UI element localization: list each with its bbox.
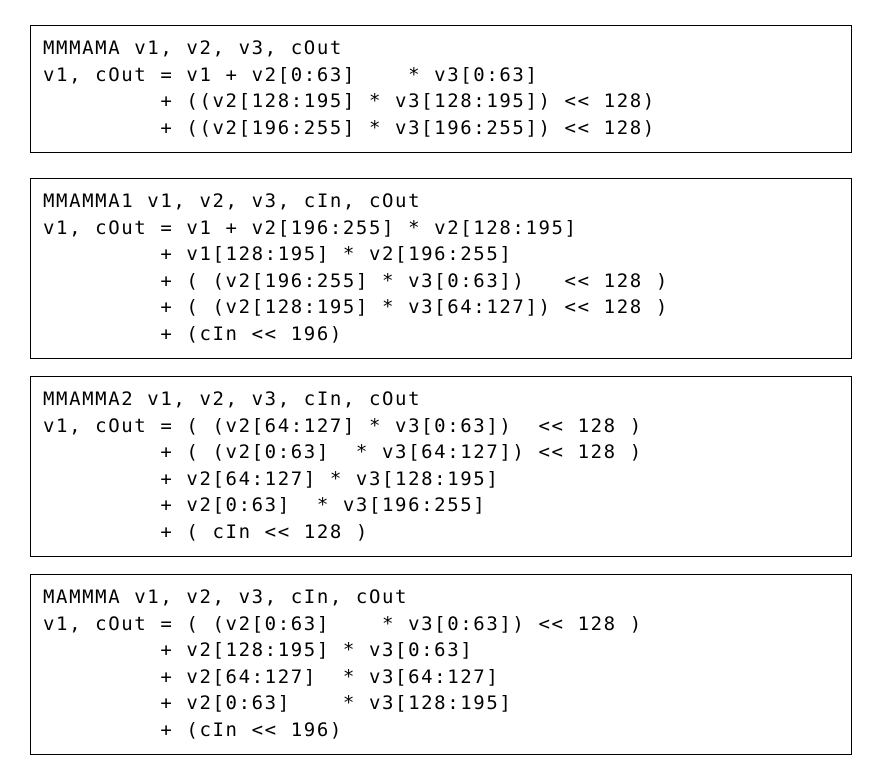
code-line: + ((v2[128:195] * v3[128:195]) << 128): [43, 90, 656, 112]
code-line: + ((v2[196:255] * v3[196:255]) << 128): [43, 116, 656, 139]
code-line: v1, cOut = v1 + v2[0:63] * v3[0:63]: [43, 63, 539, 86]
code-listing: MMMAMA v1, v2, v3, cOut v1, cOut = v1 + v…: [31, 26, 851, 141]
code-listing: MMAMMA1 v1, v2, v3, cIn, cOut v1, cOut = …: [31, 179, 851, 347]
code-listing: MMAMMA2 v1, v2, v3, cIn, cOut v1, cOut = …: [31, 377, 851, 545]
code-line: + v2[64:127] * v3[64:127]: [43, 665, 500, 688]
code-block-mmmama: MMMAMA v1, v2, v3, cOut v1, cOut = v1 + v…: [30, 25, 852, 153]
code-line-header: MAMMMA v1, v2, v3, cIn, cOut: [43, 586, 409, 608]
code-block-mmamma2: MMAMMA2 v1, v2, v3, cIn, cOut v1, cOut = …: [30, 376, 852, 557]
code-block-mammma: MAMMMA v1, v2, v3, cIn, cOut v1, cOut = (…: [30, 574, 852, 755]
code-listing: MAMMMA v1, v2, v3, cIn, cOut v1, cOut = (…: [31, 575, 851, 743]
code-line: + v2[0:63] * v3[196:255]: [43, 494, 487, 516]
code-line: + (cIn << 196): [43, 322, 343, 345]
code-line: v1, cOut = ( (v2[64:127] * v3[0:63]) << …: [43, 414, 643, 437]
code-line: + ( (v2[0:63] * v3[64:127]) << 128 ): [43, 441, 643, 463]
code-line-header: MMMAMA v1, v2, v3, cOut: [43, 37, 343, 59]
code-line: + v2[64:127] * v3[128:195]: [43, 467, 500, 490]
code-line: + (cIn << 196): [43, 718, 343, 741]
code-block-mmamma1: MMAMMA1 v1, v2, v3, cIn, cOut v1, cOut = …: [30, 178, 852, 359]
code-line: + ( (v2[128:195] * v3[64:127]) << 128 ): [43, 296, 669, 318]
code-line: v1, cOut = ( (v2[0:63] * v3[0:63]) << 12…: [43, 612, 643, 635]
code-line: + v2[128:195] * v3[0:63]: [43, 639, 474, 661]
code-line-header: MMAMMA1 v1, v2, v3, cIn, cOut: [43, 190, 422, 212]
code-line-header: MMAMMA2 v1, v2, v3, cIn, cOut: [43, 388, 422, 410]
code-line: + v2[0:63] * v3[128:195]: [43, 692, 513, 714]
code-line: + ( (v2[196:255] * v3[0:63]) << 128 ): [43, 269, 669, 292]
code-line: + ( cIn << 128 ): [43, 520, 369, 543]
code-line: + v1[128:195] * v2[196:255]: [43, 243, 513, 265]
code-line: v1, cOut = v1 + v2[196:255] * v2[128:195…: [43, 216, 578, 239]
